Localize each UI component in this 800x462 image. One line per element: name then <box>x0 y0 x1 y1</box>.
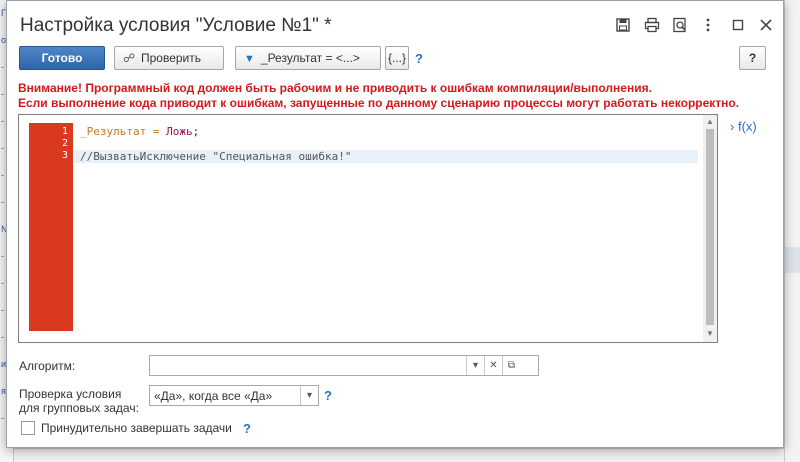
background-row-highlight <box>785 247 800 273</box>
title-bar: Настройка условия "Условие №1" * <box>7 1 783 45</box>
maximize-icon[interactable] <box>729 16 747 34</box>
force-complete-label[interactable]: Принудительно завершать задачи <box>41 421 232 435</box>
background-fragment: - <box>1 305 4 315</box>
chevron-right-icon: › <box>730 119 735 134</box>
warning-line-2: Если выполнение кода приводит к ошибкам,… <box>18 96 740 110</box>
dropdown-arrow-icon[interactable]: ▾ <box>300 386 318 405</box>
code-line-3: //ВызватьИсключение "Специальная ошибка!… <box>80 150 352 163</box>
code-keyword: Ложь <box>166 125 193 138</box>
done-button[interactable]: Готово <box>19 46 105 70</box>
code-editor[interactable]: 1 2 3 _Результат = Ложь; //ВызватьИсключ… <box>18 114 718 343</box>
editor-scrollbar[interactable]: ▲ ▼ <box>703 115 717 342</box>
more-menu-icon[interactable] <box>699 16 717 34</box>
print-icon[interactable] <box>643 16 661 34</box>
toolbar-help-link[interactable]: ? <box>415 51 423 66</box>
preview-icon[interactable] <box>671 16 689 34</box>
background-fragment: - <box>1 197 4 207</box>
scroll-down-icon[interactable]: ▼ <box>703 329 717 338</box>
line-number: 1 <box>61 126 68 137</box>
force-complete-help-link[interactable]: ? <box>243 421 251 436</box>
background-bottom-panel <box>14 448 784 462</box>
function-panel-label: f(x) <box>737 119 757 134</box>
line-number: 2 <box>61 138 68 149</box>
algorithm-label: Алгоритм: <box>19 359 76 373</box>
group-check-value: «Да», когда все «Да» <box>154 389 273 403</box>
group-check-label-line-2: для групповых задач: <box>19 401 139 415</box>
background-right-panel <box>784 0 800 462</box>
close-icon[interactable] <box>757 16 775 34</box>
code-operator: = <box>146 125 167 138</box>
insert-result-label: _Результат = <...> <box>260 51 360 65</box>
insert-result-button[interactable]: ▼ _Результат = <...> <box>235 46 381 70</box>
background-fragment: - <box>1 170 4 180</box>
warning-line-1: Внимание! Программный код должен быть ра… <box>18 81 652 95</box>
background-fragment: - <box>1 62 4 72</box>
code-line-1: _Результат = Ложь; <box>80 125 199 138</box>
background-fragment: - <box>1 89 4 99</box>
check-button[interactable]: ☍ Проверить <box>114 46 224 70</box>
arrow-down-icon: ▼ <box>244 53 255 65</box>
check-code-icon: ☍ <box>123 51 136 65</box>
condition-settings-dialog: Настройка условия "Условие №1" * Готово … <box>6 0 784 448</box>
code-terminator: ; <box>192 125 200 138</box>
background-fragment: - <box>1 143 4 153</box>
code-variable: _Результат <box>80 125 147 138</box>
dropdown-arrow-icon[interactable]: ▾ <box>466 356 484 375</box>
group-check-select[interactable]: «Да», когда все «Да» ▾ <box>149 385 319 406</box>
scroll-up-icon[interactable]: ▲ <box>703 117 717 126</box>
dialog-title: Настройка условия "Условие №1" * <box>20 15 332 36</box>
help-button[interactable]: ? <box>739 46 766 70</box>
scrollbar-thumb[interactable] <box>706 129 714 325</box>
background-fragment: - <box>1 332 4 342</box>
force-complete-checkbox[interactable] <box>21 421 35 435</box>
insert-block-button[interactable]: {...} <box>385 46 409 70</box>
background-fragment: - <box>1 116 4 126</box>
line-number-gutter: 1 2 3 <box>29 123 73 331</box>
background-fragment: - <box>1 278 4 288</box>
line-number: 3 <box>61 150 68 161</box>
save-icon[interactable] <box>614 16 632 34</box>
algorithm-field[interactable]: ▾ ✕ ⧉ <box>149 355 539 376</box>
background-fragment: - <box>1 413 4 423</box>
group-check-help-link[interactable]: ? <box>324 388 332 403</box>
open-icon[interactable]: ⧉ <box>502 356 520 375</box>
group-check-label-line-1: Проверка условия <box>19 387 122 401</box>
check-button-label: Проверить <box>141 51 202 65</box>
function-panel-toggle[interactable]: › f(x) <box>730 119 757 134</box>
clear-icon[interactable]: ✕ <box>484 356 502 375</box>
background-fragment: - <box>1 251 4 261</box>
